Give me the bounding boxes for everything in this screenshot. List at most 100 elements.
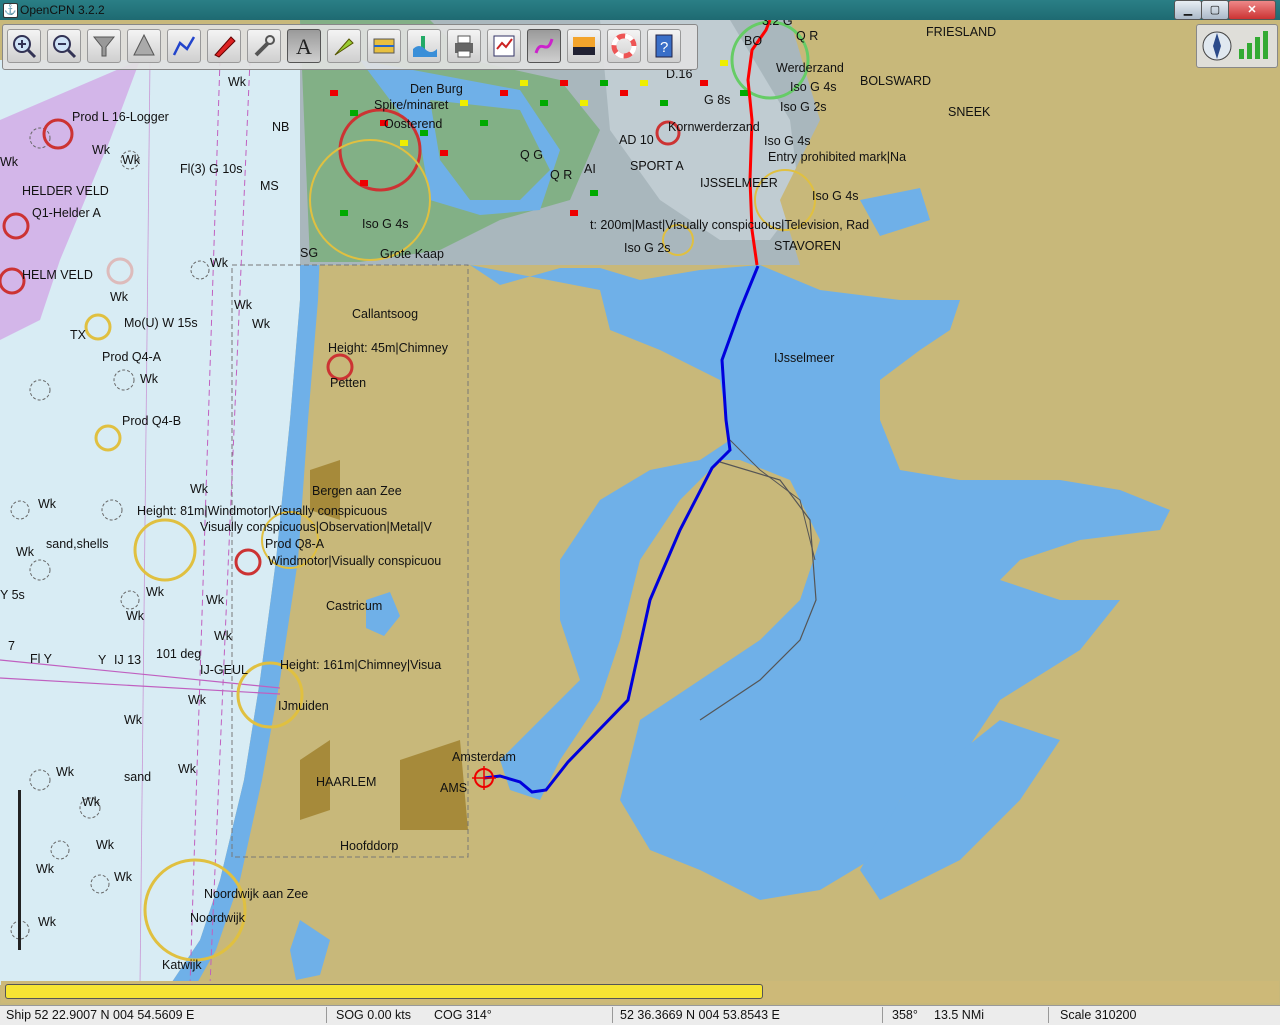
chart-label: Petten (330, 376, 366, 390)
chart-label: Prod Q4-A (102, 350, 162, 364)
signal-bars-icon[interactable] (1239, 31, 1268, 59)
minimize-button[interactable]: ▁ (1174, 0, 1202, 20)
track-button[interactable] (527, 29, 561, 63)
chart-label: Wk (234, 298, 253, 312)
chart-label: Amsterdam (452, 750, 516, 764)
current-button[interactable] (367, 29, 401, 63)
chart-label: Castricum (326, 599, 382, 613)
chart-label: Wk (252, 317, 271, 331)
chart-label: Visually conspicuous|Observation|Metal|V (200, 520, 433, 534)
chart-label: Entry prohibited mark|Na (768, 150, 906, 164)
zoom-in-button[interactable] (7, 29, 41, 63)
chart-label: IJ 13 (114, 653, 141, 667)
chart-label: Noordwijk aan Zee (204, 887, 308, 901)
chart-label: SG (300, 246, 318, 260)
ais-button[interactable] (327, 29, 361, 63)
sunset-icon (573, 37, 595, 55)
ais-icon (334, 38, 354, 56)
tide-icon (413, 36, 437, 57)
cursor-position: 52 36.3669 N 004 53.8543 E (620, 1008, 780, 1022)
text-icon: A (296, 34, 312, 59)
chart-label: Wk (124, 713, 143, 727)
status-tools (1196, 24, 1278, 68)
chart-label: AI (584, 162, 596, 176)
chart-label: TX (70, 328, 87, 342)
compass-icon[interactable] (1202, 31, 1232, 61)
chart-label: Height: 45m|Chimney (328, 341, 449, 355)
chart-label: Iso G 2s (624, 241, 671, 255)
lifebuoy-icon (611, 33, 637, 59)
chart-label: STAVOREN (774, 239, 841, 253)
window-titlebar: ⚓ OpenCPN 3.2.2 ▁ ▢ ✕ (0, 0, 1280, 20)
chart-label: Wk (38, 497, 57, 511)
chart-label: Iso G 4s (790, 80, 837, 94)
scale-out-button[interactable] (127, 29, 161, 63)
scale-in-button[interactable] (87, 29, 121, 63)
chart-label: t: 200m|Mast|Visually conspicuous|Televi… (590, 218, 869, 232)
chart-label: Windmotor|Visually conspicuou (268, 554, 441, 568)
chart-label: Wk (178, 762, 197, 776)
main-toolbar: A? (2, 24, 698, 70)
chart-label: Q R (550, 168, 572, 182)
wrench-icon (254, 35, 275, 57)
chart-label: IJSSELMEER (700, 176, 778, 190)
chart-label: Wk (228, 75, 247, 89)
chart-label: Fl Y (30, 652, 53, 666)
chart-scale: Scale 310200 (1060, 1008, 1137, 1022)
settings-button[interactable] (247, 29, 281, 63)
zoom-in-icon (13, 35, 37, 59)
chart-label: Iso G 4s (764, 134, 811, 148)
chart-label: Wk (206, 593, 225, 607)
chart-label: BO (744, 34, 762, 48)
cursor-bearing: 358° (892, 1008, 918, 1022)
mob-button[interactable] (607, 29, 641, 63)
chart-label: Y (98, 653, 107, 667)
chart-label: Wk (82, 795, 101, 809)
chart-label: Oosterend (384, 117, 442, 131)
route-button[interactable] (167, 29, 201, 63)
chart-label: Werderzand (776, 61, 844, 75)
route-manager-button[interactable] (487, 29, 521, 63)
chart-label: Callantsoog (352, 307, 418, 321)
follow-ship-button[interactable] (207, 29, 241, 63)
chart-label: Wk (210, 256, 229, 270)
zoom-out-button[interactable] (47, 29, 81, 63)
chart-label: Prod Q4-B (122, 414, 181, 428)
chart-label: AMS (440, 781, 467, 795)
cursor-distance: 13.5 NMi (934, 1008, 985, 1022)
chart-label: Wk (146, 585, 165, 599)
chart-svg[interactable]: FRIESLAND BOLSWARD SNEEK Werderzand Iso G 4s… (0, 20, 1280, 1005)
chart-label: G 8s (704, 93, 730, 107)
tide-button[interactable] (407, 29, 441, 63)
chart-label: Wk (96, 838, 115, 852)
route-icon (172, 36, 196, 56)
chart-label: Wk (56, 765, 75, 779)
chart-label: Fl(3) G 10s (180, 162, 243, 176)
help-button[interactable]: ? (647, 29, 681, 63)
chart-label: Bergen aan Zee (312, 484, 402, 498)
chart-label: Noordwijk (190, 911, 246, 925)
chart-label: Wk (92, 143, 111, 157)
chart-label: MS (260, 179, 279, 193)
print-button[interactable] (447, 29, 481, 63)
chart-label: Iso G 2s (780, 100, 827, 114)
chart-label: Wk (122, 153, 141, 167)
text-button[interactable]: A (287, 29, 321, 63)
chart-label: Katwijk (162, 958, 202, 972)
chart-label: IJ-GEUL (200, 663, 248, 677)
nautical-chart-canvas[interactable]: FRIESLAND BOLSWARD SNEEK Werderzand Iso G 4s… (0, 20, 1280, 1005)
loading-progress-bar (5, 984, 763, 999)
opencpn-icon: ⚓ (3, 3, 18, 18)
color-scheme-button[interactable] (567, 29, 601, 63)
route-manager-icon (493, 35, 515, 57)
chart-label: HAARLEM (316, 775, 376, 789)
ship-icon (214, 36, 236, 58)
chart-label: SNEEK (948, 105, 991, 119)
maximize-button[interactable]: ▢ (1201, 0, 1229, 20)
ship-position: Ship 52 22.9007 N 004 54.5609 E (6, 1008, 195, 1022)
chart-label: Q1-Helder A (32, 206, 101, 220)
chart-label: AD 10 (619, 133, 654, 147)
close-button[interactable]: ✕ (1228, 0, 1276, 20)
chart-label: sand (124, 770, 151, 784)
chart-label: 3.2 G (762, 20, 793, 28)
